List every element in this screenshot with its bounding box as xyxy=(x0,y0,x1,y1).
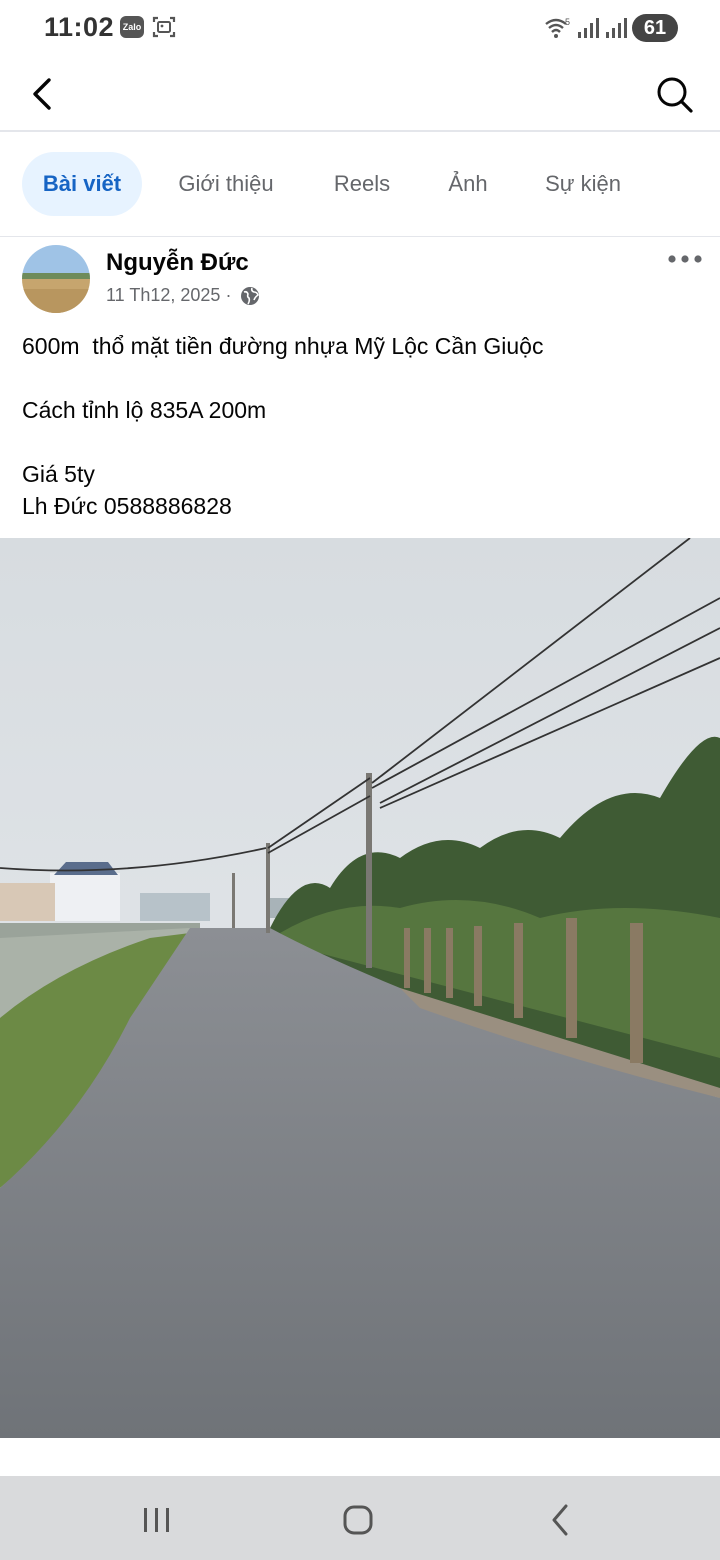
post-photo[interactable] xyxy=(0,538,720,1438)
post-date[interactable]: 11 Th12, 2025 xyxy=(106,285,220,305)
profile-tabs: Bài viết Giới thiệu Reels Ảnh Sự kiện xyxy=(0,132,720,237)
globe-icon xyxy=(241,287,260,306)
post-body: 600m thổ mặt tiền đường nhựa Mỹ Lộc Cần … xyxy=(22,330,698,522)
search-icon[interactable] xyxy=(652,72,696,116)
tab-events[interactable]: Sự kiện xyxy=(530,152,636,216)
status-time: 11:02 xyxy=(44,12,115,42)
status-bar: 11:02 Zalo 5 61 xyxy=(0,0,720,58)
wifi-icon: 5 xyxy=(545,17,570,38)
back-button[interactable] xyxy=(22,72,62,116)
tab-posts[interactable]: Bài viết xyxy=(22,152,142,216)
signal-icon-1 xyxy=(578,18,599,38)
author-name[interactable]: Nguyễn Đức xyxy=(106,249,249,277)
tab-photos[interactable]: Ảnh xyxy=(430,152,506,216)
post-meta: 11 Th12, 2025 · xyxy=(106,285,260,306)
nav-back-icon[interactable] xyxy=(540,1500,580,1540)
home-icon[interactable] xyxy=(338,1500,378,1540)
post-line: Cách tỉnh lộ 835A 200m xyxy=(22,397,267,423)
post-line: Lh Đức 0588886828 xyxy=(22,493,232,519)
zalo-notification-icon: Zalo xyxy=(120,16,144,38)
road-photo-illustration xyxy=(0,538,720,1438)
wifi-badge: 5 xyxy=(565,17,570,27)
meta-separator: · xyxy=(225,285,232,305)
battery-indicator: 61 xyxy=(632,14,678,42)
feed-separator xyxy=(0,1438,720,1476)
avatar[interactable] xyxy=(22,245,90,313)
post-line: 600m thổ mặt tiền đường nhựa Mỹ Lộc Cần … xyxy=(22,333,544,359)
post-line: Giá 5ty xyxy=(22,461,95,487)
signal-icon-2 xyxy=(606,18,627,38)
post-header: Nguyễn Đức 11 Th12, 2025 · xyxy=(0,237,720,317)
system-navigation-bar xyxy=(0,1476,720,1560)
tab-about[interactable]: Giới thiệu xyxy=(162,152,290,216)
gallery-notification-icon xyxy=(152,16,176,38)
avatar-image xyxy=(22,245,90,313)
tab-reels[interactable]: Reels xyxy=(314,152,410,216)
more-options-icon[interactable] xyxy=(666,249,704,269)
app-bar xyxy=(0,58,720,132)
recent-apps-icon[interactable] xyxy=(137,1500,177,1540)
